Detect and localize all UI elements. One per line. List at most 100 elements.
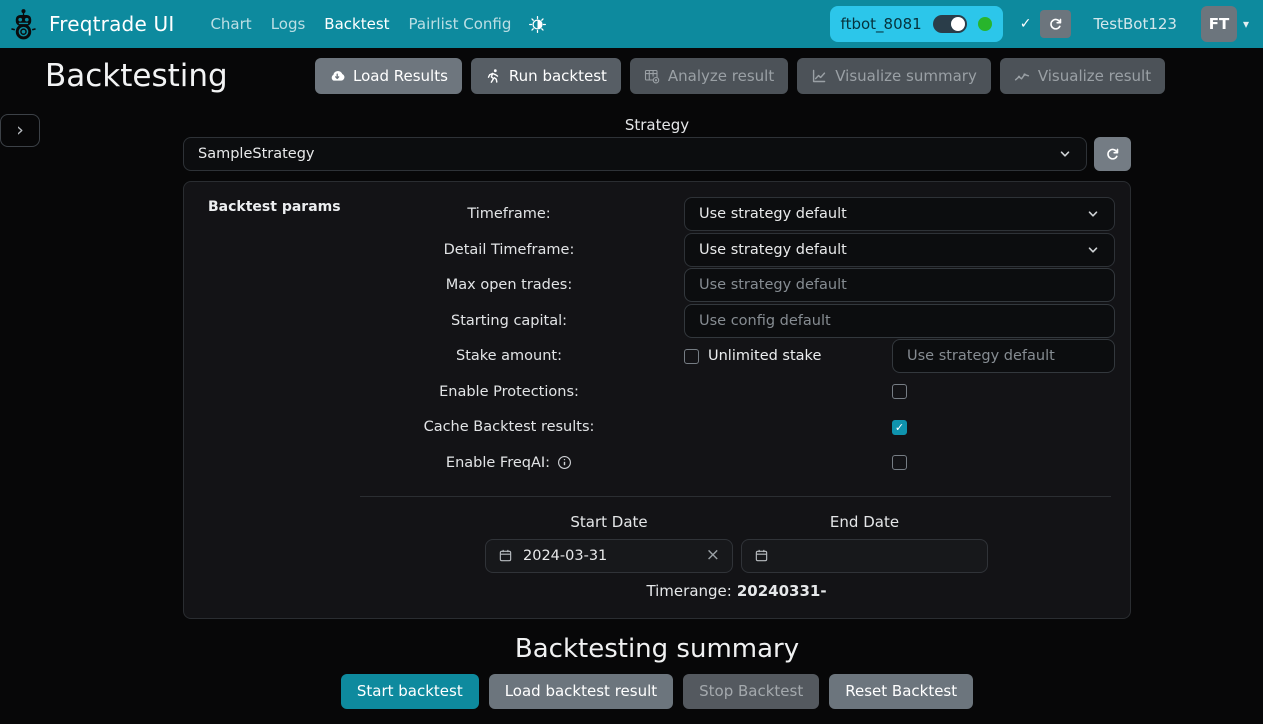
- stop-backtest-button[interactable]: Stop Backtest: [683, 674, 819, 709]
- graph-icon: [1014, 68, 1030, 84]
- button-label: Run backtest: [509, 67, 607, 85]
- detail-timeframe-select[interactable]: Use strategy default: [684, 233, 1115, 267]
- strategy-section: Strategy SampleStrategy: [183, 116, 1131, 171]
- navbar-right: ftbot_8081 ✓ TestBot123 FT ▾: [830, 6, 1249, 42]
- section-divider: [360, 496, 1111, 497]
- start-date-input[interactable]: 2024-03-31 ×: [485, 539, 733, 573]
- backtesting-summary-section: Backtesting summary Start backtest Load …: [183, 634, 1131, 709]
- param-row-enable-freqai: Enable FreqAI:: [184, 446, 1130, 480]
- page-title: Backtesting: [45, 58, 315, 94]
- date-range-section: Start Date 2024-03-31 × End Date: [485, 513, 1130, 573]
- chevron-right-icon: ›: [16, 121, 24, 140]
- start-date-column: Start Date 2024-03-31 ×: [485, 513, 733, 573]
- timerange-label: Timerange:: [646, 582, 731, 600]
- cloud-download-icon: [329, 68, 345, 84]
- param-row-max-open-trades: Max open trades:: [184, 268, 1130, 302]
- field-label: Enable FreqAI:: [184, 455, 684, 471]
- field-label: Enable Protections:: [184, 384, 684, 400]
- stake-amount-input[interactable]: [892, 339, 1115, 373]
- param-row-enable-protections: Enable Protections:: [184, 375, 1130, 409]
- visualize-summary-button[interactable]: Visualize summary: [797, 58, 991, 94]
- enable-protections-checkbox[interactable]: [892, 384, 907, 399]
- end-date-input[interactable]: [741, 539, 988, 573]
- unlimited-stake-checkbox[interactable]: [684, 349, 699, 364]
- check-icon: ✓: [895, 422, 904, 433]
- timerange-value: 20240331-: [737, 582, 827, 600]
- load-backtest-result-button[interactable]: Load backtest result: [489, 674, 673, 709]
- strategy-selected-value: SampleStrategy: [198, 146, 315, 162]
- analyze-result-button[interactable]: Analyze result: [630, 58, 788, 94]
- chart-line-icon: [811, 68, 827, 84]
- unlimited-stake-label: Unlimited stake: [708, 348, 821, 364]
- page-header: Backtesting Load Results Run backtest: [0, 54, 1263, 98]
- calendar-icon: [498, 548, 513, 563]
- cache-backtest-results-checkbox[interactable]: ✓: [892, 420, 907, 435]
- enable-freqai-checkbox[interactable]: [892, 455, 907, 470]
- field-label: Stake amount:: [184, 348, 684, 364]
- field-label-text: Enable FreqAI:: [446, 455, 550, 471]
- visualize-result-button[interactable]: Visualize result: [1000, 58, 1165, 94]
- nav-item-chart[interactable]: Chart: [210, 15, 251, 33]
- bot-toggle-switch[interactable]: [933, 15, 967, 33]
- field-label: Max open trades:: [184, 277, 684, 293]
- brand-home-link[interactable]: Freqtrade UI: [10, 8, 174, 40]
- user-avatar[interactable]: FT: [1201, 6, 1237, 42]
- end-date-column: End Date: [741, 513, 988, 573]
- table-gear-icon: [644, 68, 660, 84]
- run-backtest-button[interactable]: Run backtest: [471, 58, 621, 94]
- param-row-cache-results: Cache Backtest results: ✓: [184, 410, 1130, 444]
- theme-toggle-icon[interactable]: [529, 16, 546, 33]
- param-row-starting-capital: Starting capital:: [184, 304, 1130, 338]
- chevron-down-icon: [1058, 147, 1072, 161]
- nav-item-logs[interactable]: Logs: [271, 15, 306, 33]
- backtest-params-card: Backtest params Timeframe: Use strategy …: [183, 181, 1131, 619]
- field-label: Starting capital:: [184, 313, 684, 329]
- selected-value: Use strategy default: [699, 206, 847, 222]
- nav-item-pairlist-config[interactable]: Pairlist Config: [409, 15, 512, 33]
- refresh-icon: [1048, 17, 1063, 32]
- bot-check-icon: ✓: [1020, 16, 1032, 32]
- start-backtest-button[interactable]: Start backtest: [341, 674, 479, 709]
- param-row-detail-timeframe: Detail Timeframe: Use strategy default: [184, 233, 1130, 267]
- info-icon[interactable]: [557, 455, 572, 470]
- sidebar-expand-button[interactable]: ›: [0, 114, 40, 147]
- button-label: Load Results: [353, 67, 448, 85]
- toggle-knob: [951, 17, 965, 31]
- button-label: Analyze result: [668, 67, 774, 85]
- summary-title: Backtesting summary: [183, 634, 1131, 664]
- app-title: Freqtrade UI: [49, 12, 174, 36]
- bot-name: ftbot_8081: [841, 15, 922, 33]
- button-label: Visualize result: [1038, 67, 1151, 85]
- end-date-label: End Date: [741, 513, 988, 531]
- params-title: Backtest params: [208, 199, 341, 215]
- max-open-trades-input[interactable]: [684, 268, 1115, 302]
- timeframe-select[interactable]: Use strategy default: [684, 197, 1115, 231]
- field-label: Detail Timeframe:: [184, 242, 684, 258]
- reset-backtest-button[interactable]: Reset Backtest: [829, 674, 973, 709]
- navbar: Freqtrade UI Chart Logs Backtest Pairlis…: [0, 0, 1263, 48]
- timerange-display: Timerange: 20240331-: [485, 582, 988, 600]
- user-menu-caret-icon[interactable]: ▾: [1243, 17, 1249, 31]
- reload-bot-button[interactable]: [1040, 10, 1071, 38]
- bot-selector[interactable]: ftbot_8081: [830, 6, 1003, 42]
- clear-date-icon[interactable]: ×: [706, 547, 720, 564]
- refresh-strategy-list-button[interactable]: [1094, 137, 1131, 171]
- chevron-down-icon: [1086, 243, 1100, 257]
- calendar-icon: [754, 548, 769, 563]
- logged-in-username: TestBot123: [1093, 15, 1177, 33]
- summary-button-row: Start backtest Load backtest result Stop…: [341, 674, 973, 709]
- field-label: Cache Backtest results:: [184, 419, 684, 435]
- runner-icon: [485, 68, 501, 84]
- freqtrade-robot-logo-icon: [10, 8, 37, 40]
- param-row-stake-amount: Stake amount: Unlimited stake: [184, 339, 1130, 373]
- bot-online-status-dot: [978, 17, 992, 31]
- load-results-button[interactable]: Load Results: [315, 58, 462, 94]
- start-date-value: 2024-03-31: [523, 548, 607, 564]
- chevron-down-icon: [1086, 207, 1100, 221]
- refresh-icon: [1105, 147, 1120, 162]
- header-button-row: Load Results Run backtest A: [315, 58, 1165, 94]
- strategy-select[interactable]: SampleStrategy: [183, 137, 1087, 171]
- starting-capital-input[interactable]: [684, 304, 1115, 338]
- main-nav: Chart Logs Backtest Pairlist Config: [210, 15, 511, 33]
- nav-item-backtest[interactable]: Backtest: [324, 15, 389, 33]
